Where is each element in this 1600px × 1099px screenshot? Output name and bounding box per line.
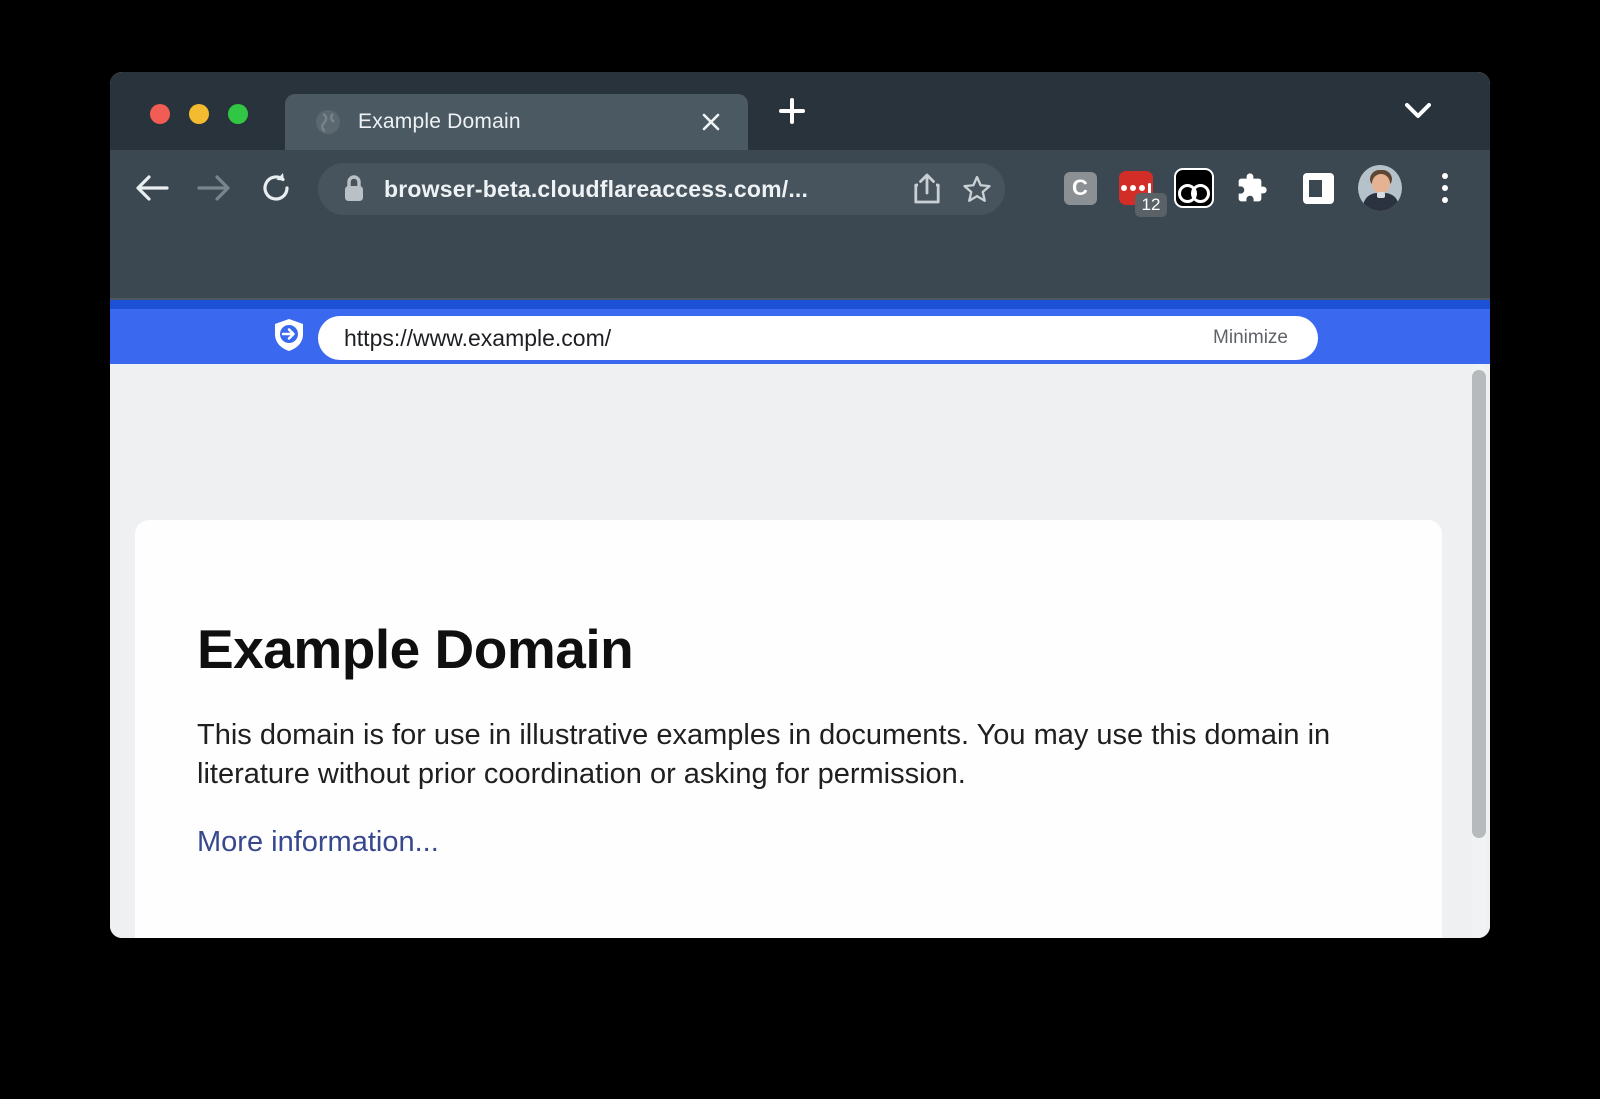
forward-icon (197, 174, 231, 202)
address-bar[interactable]: browser-beta.cloudflareaccess.com/... (318, 163, 1005, 215)
share-icon (913, 173, 941, 205)
content-card: Example Domain This domain is for use in… (135, 520, 1442, 938)
remote-bar-top-stripe (110, 300, 1490, 309)
two-circles-extension-button[interactable] (1172, 166, 1216, 210)
page-paragraph: This domain is for use in illustrative e… (197, 716, 1357, 794)
scrollbar-thumb[interactable] (1472, 370, 1486, 838)
profile-avatar (1358, 165, 1402, 211)
page-title: Example Domain (197, 620, 1442, 678)
back-button[interactable] (128, 164, 176, 212)
extensions-menu-button[interactable] (1230, 166, 1274, 210)
side-panel-icon (1303, 173, 1334, 204)
tab-title: Example Domain (358, 110, 696, 134)
bookmark-star-button[interactable] (955, 167, 999, 211)
address-url-text: browser-beta.cloudflareaccess.com/... (384, 176, 905, 203)
tab-example-domain[interactable]: Example Domain (285, 94, 748, 150)
shield-arrow-icon (272, 318, 306, 352)
new-tab-button[interactable] (770, 89, 814, 133)
remote-url-text: https://www.example.com/ (344, 325, 1213, 352)
forward-button[interactable] (190, 164, 238, 212)
tab-close-icon[interactable] (696, 107, 726, 137)
remote-url-input[interactable]: https://www.example.com/ Minimize (318, 316, 1318, 360)
close-window-button[interactable] (150, 104, 170, 124)
page-viewport: Example Domain This domain is for use in… (110, 364, 1490, 938)
scrollbar[interactable] (1472, 364, 1486, 938)
zoom-window-button[interactable] (228, 104, 248, 124)
tab-chevron-down-icon[interactable] (1396, 76, 1440, 146)
lastpass-extension-icon: 12 (1119, 171, 1153, 205)
lock-icon (342, 174, 366, 204)
share-button[interactable] (905, 167, 949, 211)
window-controls (150, 104, 248, 124)
reload-button[interactable] (252, 164, 300, 212)
browser-window: Example Domain (110, 72, 1490, 938)
browser-menu-button[interactable] (1423, 166, 1467, 210)
extension-badge: 12 (1135, 193, 1167, 217)
two-circles-extension-icon (1174, 168, 1214, 208)
more-information-link[interactable]: More information... (197, 826, 439, 859)
c-extension-icon: C (1064, 172, 1097, 205)
extensions-puzzle-icon (1236, 172, 1268, 204)
side-panel-button[interactable] (1296, 166, 1340, 210)
minimize-button[interactable]: Minimize (1213, 327, 1288, 349)
tab-strip: Example Domain (110, 72, 1490, 150)
minimize-window-button[interactable] (189, 104, 209, 124)
lastpass-extension-button[interactable]: 12 (1114, 166, 1158, 210)
tab-favicon-globe-icon (315, 109, 341, 135)
kebab-menu-icon (1442, 173, 1448, 203)
back-icon (135, 174, 169, 202)
remote-browser-bar: https://www.example.com/ Minimize (110, 300, 1490, 364)
profile-avatar-button[interactable] (1358, 166, 1402, 210)
browser-toolbar: browser-beta.cloudflareaccess.com/... C … (110, 150, 1490, 300)
bookmark-star-icon (962, 174, 992, 204)
reload-icon (260, 172, 292, 204)
c-extension-button[interactable]: C (1058, 166, 1102, 210)
